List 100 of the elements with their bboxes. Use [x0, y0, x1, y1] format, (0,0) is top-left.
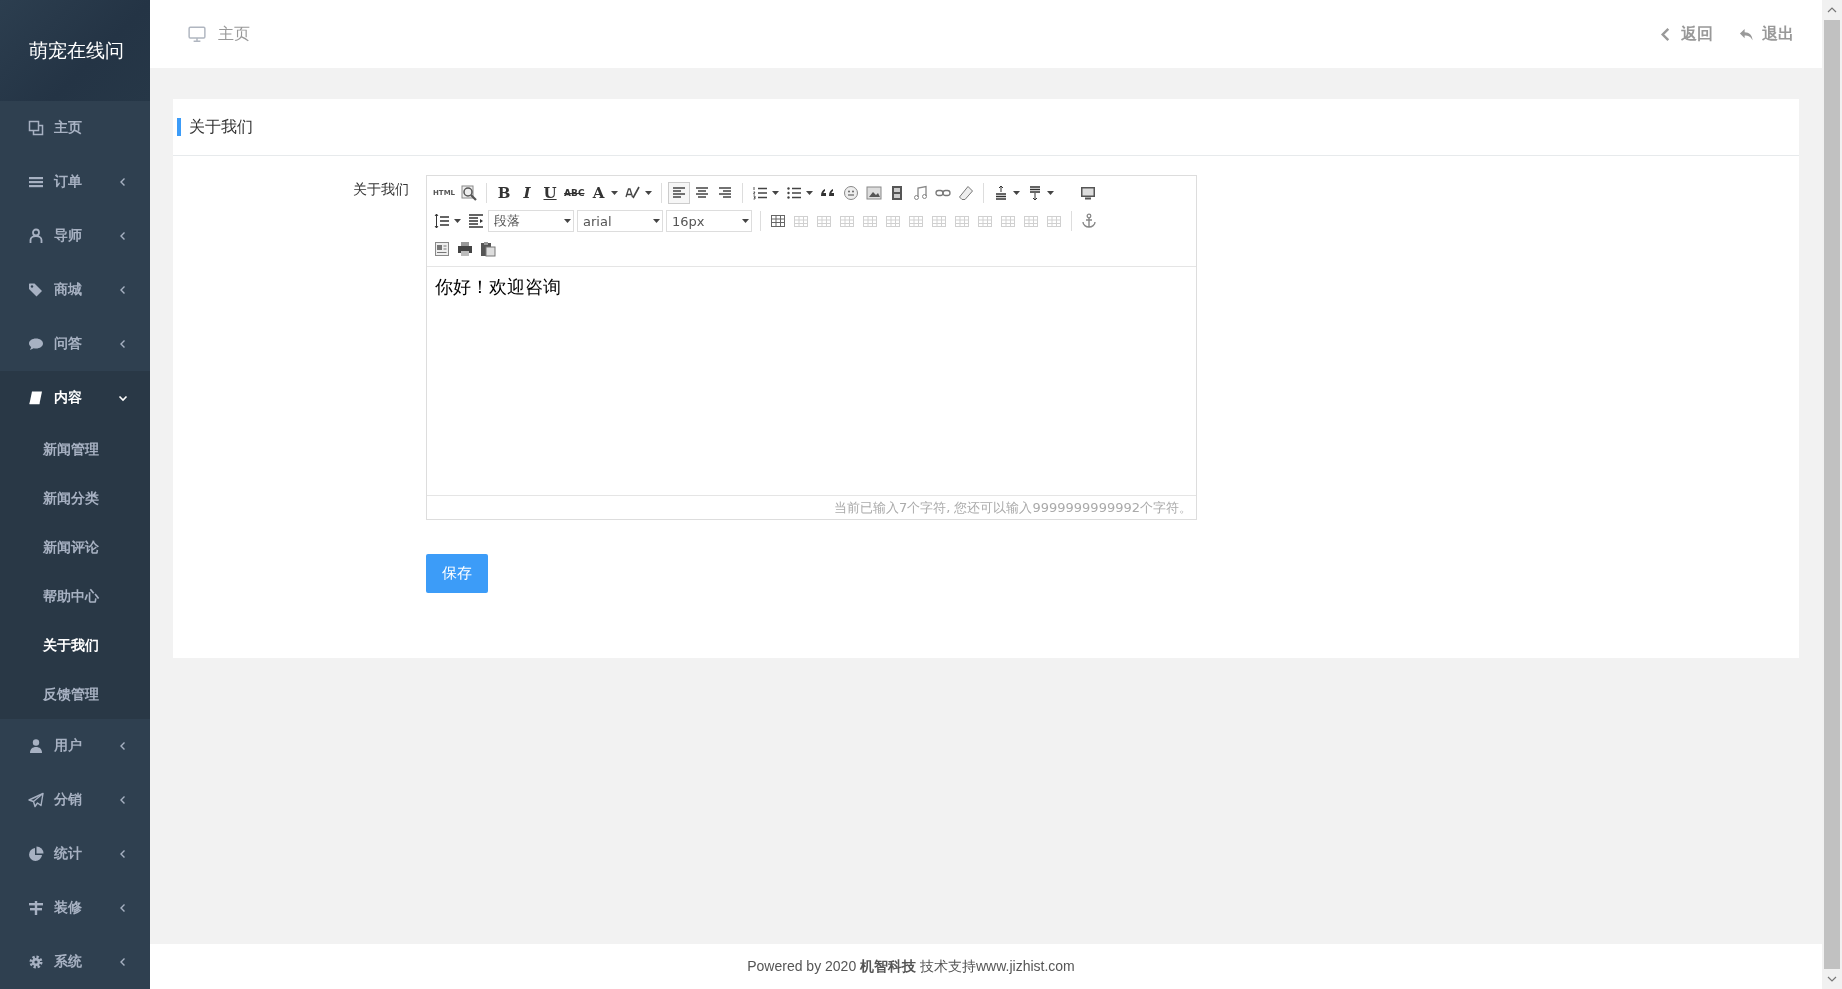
dropdown-caret-icon: [1046, 190, 1054, 196]
sidebar-item[interactable]: 订单: [0, 155, 150, 209]
chevron-left-icon: [118, 285, 128, 295]
search-icon: [461, 185, 478, 201]
chevron-left-icon: [118, 177, 128, 187]
sidebar-item[interactable]: 商城: [0, 263, 150, 317]
table-icon: [770, 213, 786, 229]
image-icon: [865, 185, 882, 201]
reply-icon: [1739, 26, 1754, 42]
chevron-left-icon: [118, 903, 128, 913]
sidebar-item[interactable]: 问答: [0, 317, 150, 371]
chevron-left-icon: [118, 741, 128, 751]
table-tool-icon: [1046, 213, 1062, 229]
settings-icon: [28, 954, 44, 970]
dropdown-caret-icon: [610, 190, 618, 196]
music-note-icon: [911, 185, 928, 201]
table-tool-icon: [1000, 213, 1016, 229]
toolbar-dropdown[interactable]: 16px: [666, 210, 752, 232]
format-button[interactable]: I: [516, 182, 539, 204]
toolbar-dropdown[interactable]: arial: [577, 210, 663, 232]
scrollbar-thumb[interactable]: [1824, 20, 1840, 969]
pie-chart-icon: [28, 846, 44, 862]
table-tool-icon: [977, 213, 993, 229]
submenu-item[interactable]: 新闻管理: [0, 425, 150, 474]
chevron-left-icon: [118, 849, 128, 859]
toolbar-dropdown[interactable]: 段落: [488, 210, 574, 232]
dropdown-caret-icon: [454, 218, 461, 224]
indent-icon: [468, 213, 484, 229]
sidebar-item[interactable]: 系统: [0, 935, 150, 989]
chevron-left-icon: [118, 795, 128, 805]
clipboard-icon: [480, 241, 496, 257]
sidebar-item[interactable]: 分销: [0, 773, 150, 827]
format-button[interactable]: B: [493, 182, 516, 204]
dropdown-caret-icon: [644, 190, 652, 196]
chevron-left-icon: [118, 231, 128, 241]
character-count: 当前已输入7个字符, 您还可以输入9999999999992个字符。: [833, 498, 1192, 517]
paper-plane-icon: [28, 792, 44, 808]
chevron-left-icon: [118, 957, 128, 967]
dropdown-caret-icon: [742, 218, 749, 224]
editor-content[interactable]: 你好！欢迎咨询: [427, 267, 1196, 495]
align-left-icon: [670, 185, 687, 201]
copy-icon: [28, 120, 44, 136]
dropdown-caret-icon: [1012, 190, 1020, 196]
submenu-item[interactable]: 新闻分类: [0, 474, 150, 523]
line-height-icon: [434, 213, 450, 229]
align-left-button[interactable]: [667, 182, 690, 204]
printer-icon: [457, 241, 473, 257]
format-button[interactable]: U: [539, 182, 562, 204]
sidebar-item[interactable]: 内容: [0, 371, 150, 425]
scroll-down-icon: [1827, 975, 1837, 983]
align-right-icon: [716, 185, 733, 201]
save-button[interactable]: 保存: [426, 554, 488, 593]
dropdown-caret-icon: [771, 190, 779, 196]
submenu-item[interactable]: 新闻评论: [0, 523, 150, 572]
dropdown-caret-icon: [564, 218, 571, 224]
sidebar-item[interactable]: 用户: [0, 719, 150, 773]
table-tool-icon: [862, 213, 878, 229]
spellcheck-icon: [624, 185, 641, 201]
monitor-icon: [1079, 185, 1096, 201]
scroll-up-icon: [1827, 6, 1837, 14]
eraser-icon: [957, 185, 974, 201]
submenu-item[interactable]: 帮助中心: [0, 572, 150, 621]
person-icon: [28, 228, 44, 244]
person-icon: [28, 738, 44, 754]
footer-text: Powered by 2020 机智科技 技术支持www.jizhist.com: [747, 957, 1075, 976]
sidebar-item[interactable]: 统计: [0, 827, 150, 881]
table-tool-icon: [885, 213, 901, 229]
table-tool-icon: [931, 213, 947, 229]
sidebar-item[interactable]: 主页: [0, 101, 150, 155]
menu-icon: [28, 174, 44, 190]
submenu-item[interactable]: 关于我们: [0, 621, 150, 670]
header-link[interactable]: 退出: [1739, 23, 1794, 45]
app-title: 萌宠在线问: [29, 37, 124, 63]
image-text-icon: [434, 241, 450, 257]
breadcrumb-link[interactable]: 主页: [218, 23, 250, 45]
anchor-icon: [1081, 213, 1097, 229]
field-label: 关于我们: [353, 180, 409, 199]
dropdown-caret-icon: [805, 190, 813, 196]
submenu-item[interactable]: 反馈管理: [0, 670, 150, 719]
chevron-left-icon: [118, 339, 128, 349]
table-tool-icon: [954, 213, 970, 229]
sidebar-item[interactable]: 装修: [0, 881, 150, 935]
monitor-icon: [188, 25, 206, 43]
numbered-list-icon: [751, 185, 768, 201]
table-tool-icon: [793, 213, 809, 229]
table-tool-icon: [816, 213, 832, 229]
sidebar-item[interactable]: 导师: [0, 209, 150, 263]
card-title: 关于我们: [177, 118, 253, 136]
table-tool-icon: [908, 213, 924, 229]
table-tool-icon: [1023, 213, 1039, 229]
header-link[interactable]: 返回: [1658, 23, 1713, 45]
smiley-icon: [842, 185, 859, 201]
dropdown-caret-icon: [653, 218, 660, 224]
bulleted-list-icon: [785, 185, 802, 201]
table-tool-icon: [839, 213, 855, 229]
format-button[interactable]: ABC: [562, 182, 587, 204]
format-button[interactable]: A: [587, 182, 610, 204]
chevron-down-icon: [118, 393, 128, 403]
tag-icon: [28, 282, 44, 298]
speech-bubble-icon: [28, 336, 44, 352]
